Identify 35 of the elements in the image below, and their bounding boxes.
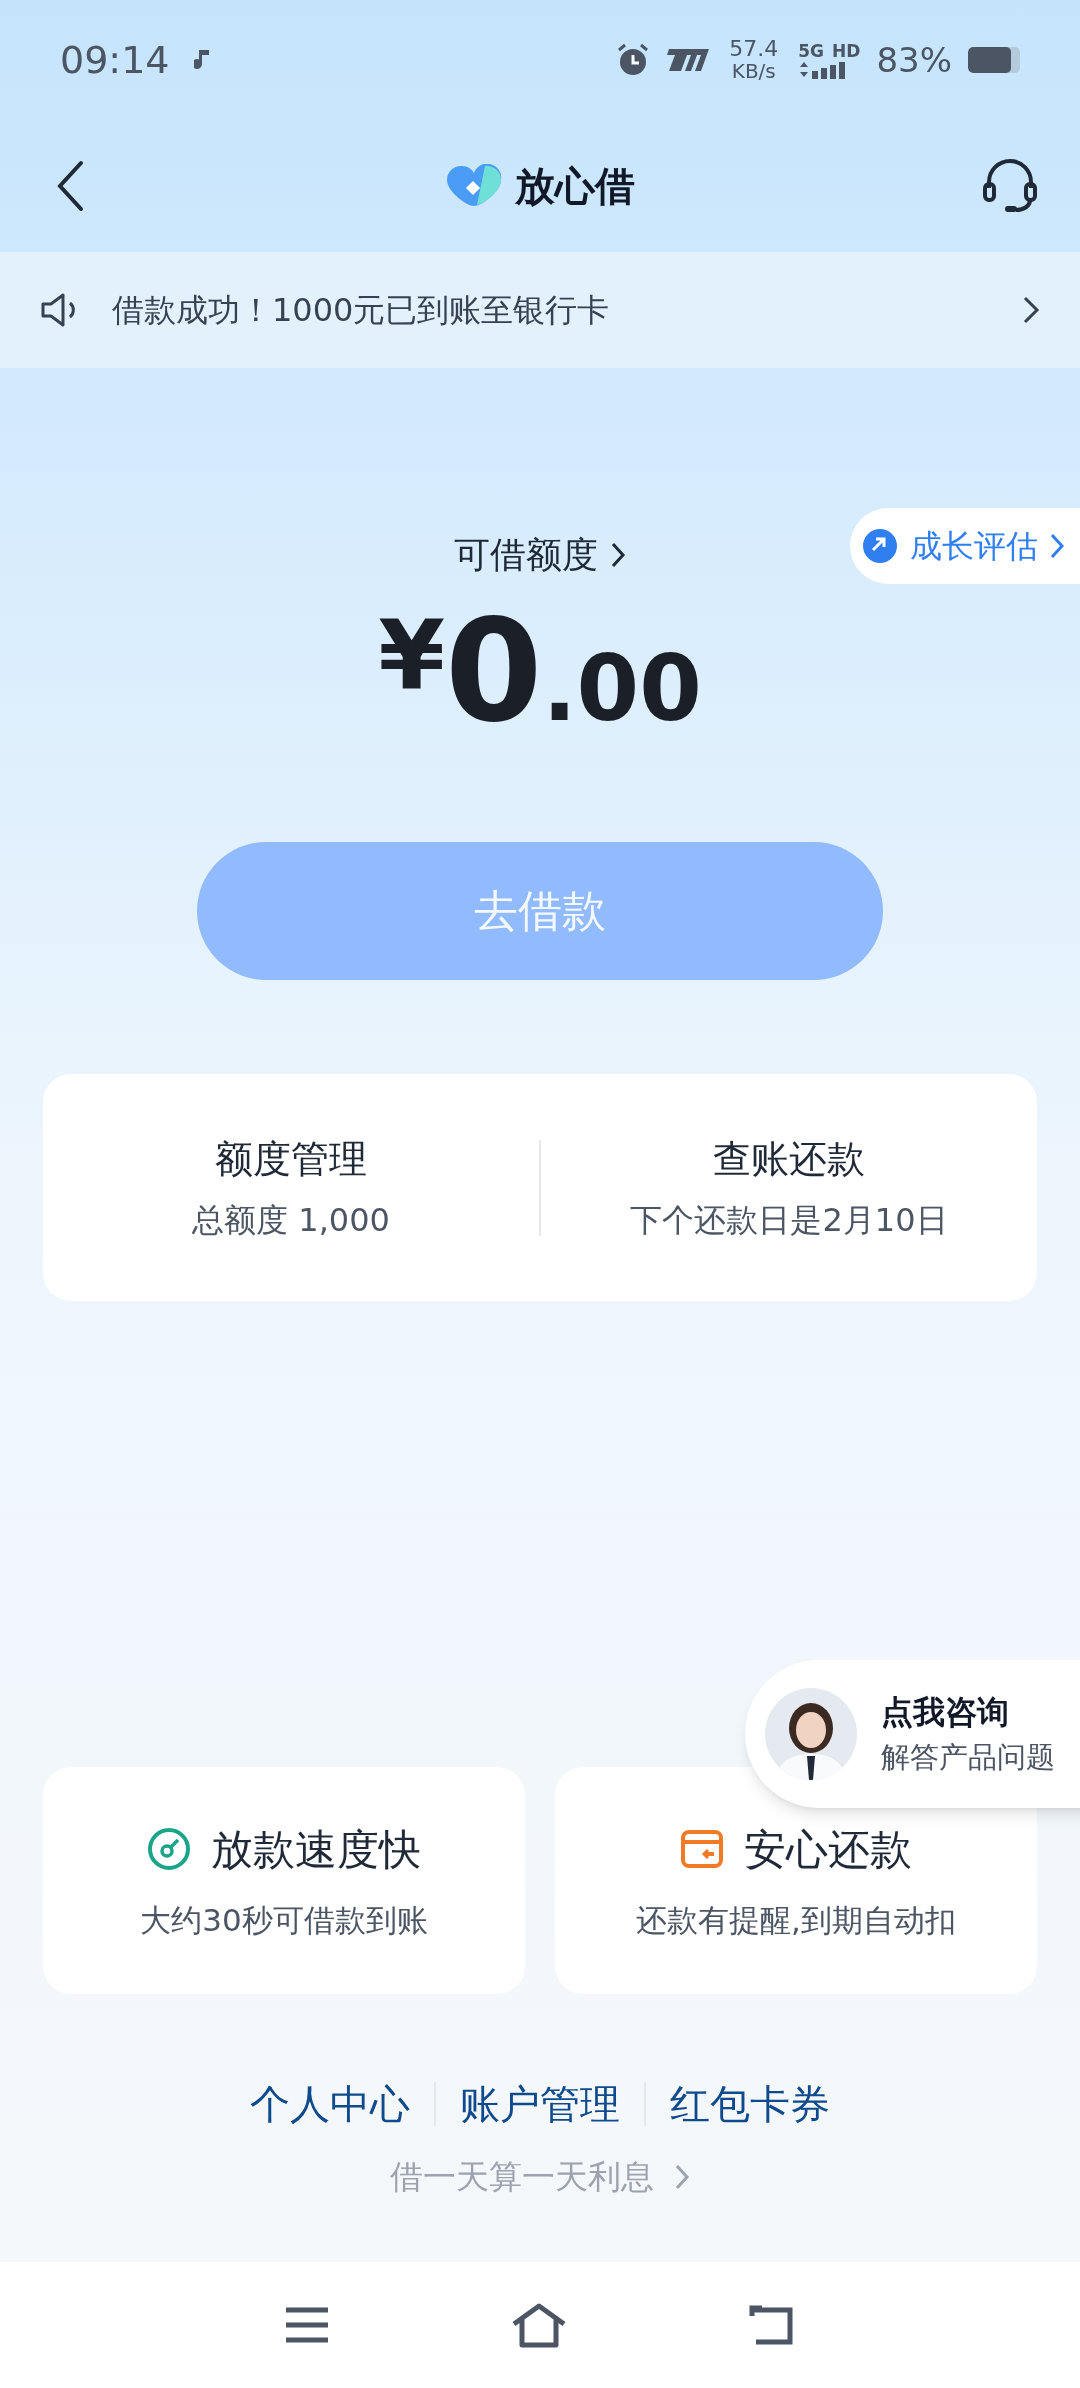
feature-subtitle: 大约30秒可借款到账 <box>140 1900 428 1940</box>
back-nav-icon[interactable] <box>748 2304 796 2346</box>
app-title: 放心借 <box>515 162 635 211</box>
chevron-right-icon <box>674 2162 690 2191</box>
cellular-signal-icon <box>798 61 847 79</box>
summary-item[interactable]: 查账还款 下个还款日是2月10日 <box>541 1131 1037 1244</box>
headset-icon <box>981 158 1039 214</box>
gauge-icon <box>147 1827 191 1872</box>
home-icon[interactable] <box>510 2302 568 2348</box>
back-icon <box>56 160 84 212</box>
credit-limit-link[interactable]: 可借额度 <box>454 528 626 582</box>
network-type: 5G <box>798 41 825 61</box>
clock-time: 09:14 <box>60 36 170 84</box>
chevron-right-icon <box>610 541 626 569</box>
footer-link[interactable]: 账户管理 <box>460 2074 620 2134</box>
consult-bubble[interactable]: 点我咨询 解答产品问题 <box>745 1660 1080 1808</box>
heart-logo-icon <box>445 164 503 208</box>
speed-unit: KB/s <box>731 60 776 82</box>
footer-link[interactable]: 个人中心 <box>250 2074 410 2134</box>
chevron-right-icon <box>1022 295 1040 325</box>
footer-link[interactable]: 红包卡券 <box>670 2074 830 2134</box>
feature-title: 安心还款 <box>744 1823 912 1876</box>
notice-bar[interactable]: 借款成功！1000元已到账至银行卡 <box>0 252 1080 368</box>
available-amount: ¥0.00 <box>378 602 702 742</box>
growth-assessment-button[interactable]: 成长评估 <box>850 508 1080 584</box>
feature-subtitle: 还款有提醒,到期自动扣 <box>636 1900 956 1940</box>
battery-percentage: 83% <box>876 38 952 82</box>
network-speed: 57.4 <box>729 38 779 60</box>
summary-item[interactable]: 额度管理 总额度 1,000 <box>43 1131 539 1244</box>
battery-icon <box>968 47 1020 73</box>
feature-title: 放款速度快 <box>211 1823 421 1876</box>
hd-label: HD <box>832 41 861 61</box>
menu-icon[interactable] <box>284 2306 330 2344</box>
chevron-right-icon <box>1050 533 1064 559</box>
notice-text: 借款成功！1000元已到账至银行卡 <box>112 290 611 331</box>
